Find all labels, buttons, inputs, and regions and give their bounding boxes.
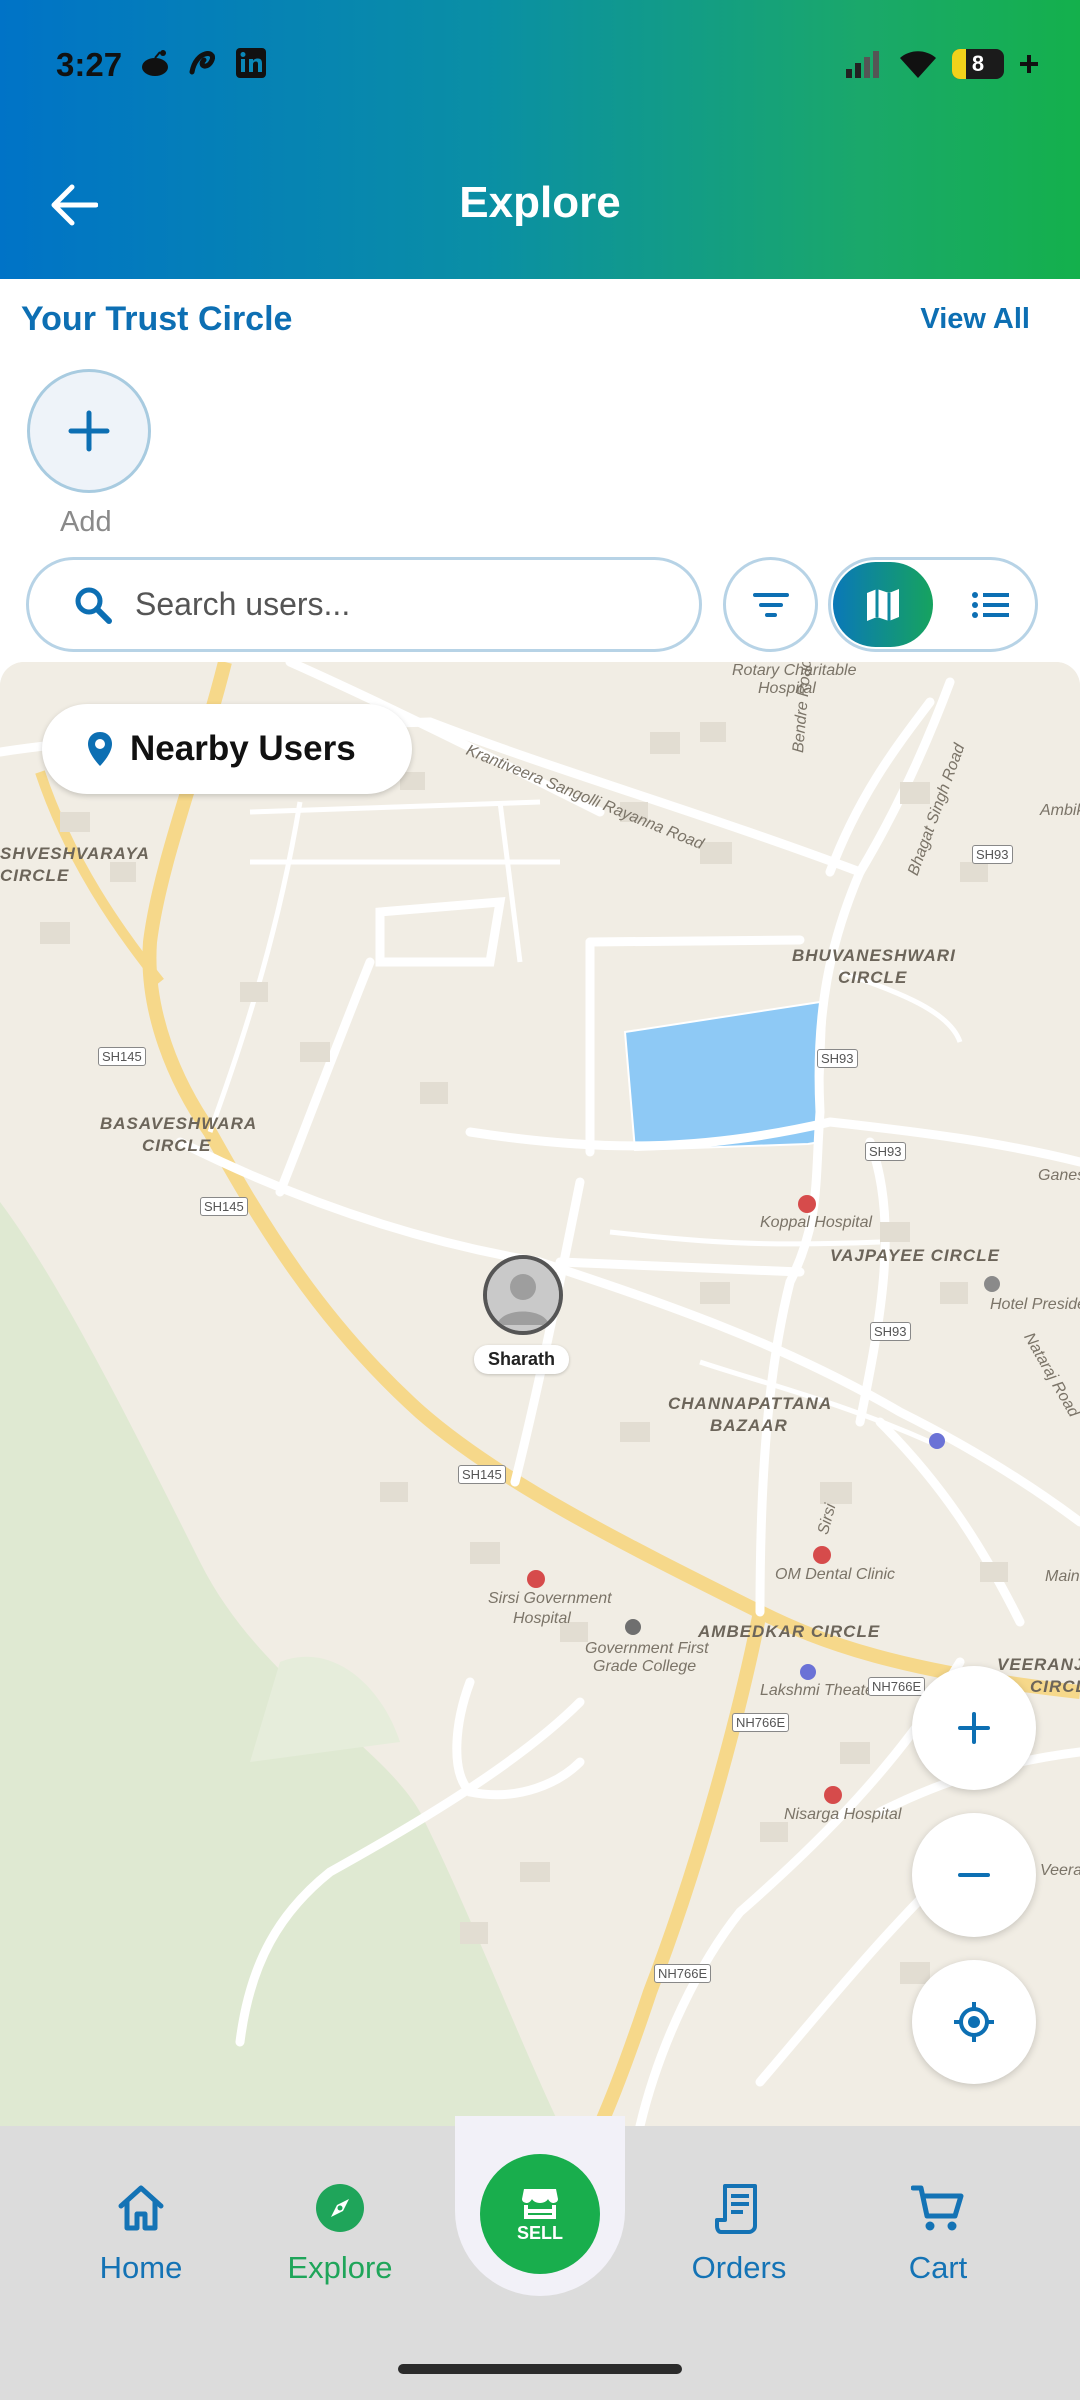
map-label: CIRCLE (142, 1136, 212, 1155)
map-label: Main (1045, 1568, 1080, 1585)
nearby-users-chip: Nearby Users (42, 704, 412, 794)
nav-cart-label: Cart (908, 2250, 968, 2285)
add-label: Add (60, 506, 112, 538)
minus-icon (958, 1873, 990, 1877)
plus-icon (68, 410, 110, 452)
map-label: Lakshmi Theater (760, 1682, 880, 1699)
map-label: CHANNAPATTANA (668, 1394, 833, 1413)
my-location-button[interactable] (912, 1960, 1036, 2084)
location-pin-icon (88, 732, 112, 766)
road-shield: NH766E (654, 1964, 712, 1983)
map-label: SHVESHVARAYA (0, 844, 150, 863)
system-status-icons: 8 (844, 48, 1040, 80)
sell-button[interactable]: SELL (480, 2154, 600, 2274)
road-shield: NH766E (868, 1677, 926, 1696)
battery-icon: 8 (952, 49, 1004, 79)
map-label: Rotary Charitable (732, 662, 857, 679)
road-shield: SH145 (98, 1047, 146, 1066)
home-icon (118, 2185, 164, 2231)
nav-cart[interactable]: Cart (848, 2178, 1028, 2286)
linkedin-icon (234, 46, 268, 80)
reddit-icon (138, 46, 172, 80)
map-label: BASAVESHWARA (100, 1114, 258, 1133)
charging-plus-icon (1020, 55, 1038, 73)
map-label: BAZAAR (710, 1416, 788, 1435)
map-label: Ambika (1040, 802, 1080, 819)
road-shield: SH93 (817, 1049, 858, 1068)
page-title: Explore (459, 178, 621, 227)
signal-icon (846, 51, 879, 78)
nav-orders[interactable]: Orders (649, 2178, 829, 2286)
nearby-users-label: Nearby Users (130, 729, 356, 768)
sell-label: SELL (516, 2222, 563, 2243)
map-view-toggle[interactable] (833, 562, 933, 647)
view-all-link[interactable]: View All (920, 303, 1030, 336)
map-label: BHUVANESHWARI (792, 946, 956, 965)
add-trust-member-button[interactable] (27, 369, 151, 493)
map-label: CIRCLE (0, 866, 70, 885)
store-icon (522, 2188, 558, 2219)
map-label: Hotel President (990, 1296, 1080, 1313)
view-toggle (828, 557, 1038, 652)
cart-icon (911, 2185, 964, 2231)
map-label: Hospital (513, 1610, 571, 1627)
map-label: Government First (585, 1640, 709, 1657)
map-label: Koppal Hospital (760, 1214, 873, 1231)
map-tiles (0, 662, 1080, 2126)
map-label: Ganesh (1038, 1167, 1080, 1184)
wifi-icon (900, 51, 936, 78)
notification-icons (138, 46, 268, 80)
nearby-users-map[interactable]: Rotary Charitable Hospital Bendre Road B… (0, 662, 1080, 2126)
road-shield: SH145 (200, 1197, 248, 1216)
crosshair-icon (954, 2002, 994, 2042)
map-label: OM Dental Clinic (775, 1566, 896, 1583)
trust-circle-title: Your Trust Circle (21, 300, 293, 338)
search-icon (75, 587, 112, 624)
nav-explore[interactable]: Explore (250, 2178, 430, 2286)
zoom-in-button[interactable] (912, 1666, 1036, 1790)
list-icon (972, 591, 1009, 618)
status-bar: 3:27 8 (0, 0, 1080, 130)
road-shield: NH766E (732, 1713, 790, 1732)
map-label: CIRCLE (838, 968, 908, 987)
search-field[interactable] (26, 557, 702, 652)
map-label: Grade College (593, 1658, 697, 1675)
airtel-icon (186, 46, 220, 80)
road-shield: SH93 (870, 1322, 911, 1341)
plus-icon (958, 1712, 990, 1744)
filter-icon (752, 592, 789, 617)
nav-home[interactable]: Home (51, 2178, 231, 2286)
nav-explore-label: Explore (287, 2250, 393, 2285)
avatar-icon (487, 1259, 559, 1331)
receipt-icon (715, 2184, 757, 2234)
home-indicator[interactable] (398, 2364, 682, 2374)
zoom-out-button[interactable] (912, 1813, 1036, 1937)
road-shield: SH93 (972, 845, 1013, 864)
map-label: Nisarga Hospital (784, 1806, 902, 1823)
search-input[interactable] (135, 586, 635, 623)
road-shield: SH145 (458, 1465, 506, 1484)
road-shield: SH93 (865, 1142, 906, 1161)
nav-home-label: Home (99, 2250, 183, 2285)
map-label: VAJPAYEE CIRCLE (830, 1246, 1000, 1265)
compass-icon (316, 2184, 364, 2232)
status-time: 3:27 (56, 46, 123, 83)
map-label: Veera (1040, 1862, 1080, 1879)
nav-orders-label: Orders (691, 2250, 787, 2285)
bottom-navigation: Home Explore SELL Orders Cart (0, 2116, 1080, 2400)
user-marker-avatar[interactable] (483, 1255, 563, 1335)
filter-button[interactable] (723, 557, 818, 652)
list-view-toggle[interactable] (949, 562, 1033, 647)
map-label: VEERANJ (997, 1655, 1080, 1674)
user-marker-name[interactable]: Sharath (474, 1345, 570, 1374)
map-label: AMBEDKAR CIRCLE (698, 1622, 881, 1641)
map-label: Sirsi Government (488, 1590, 612, 1607)
map-icon (867, 588, 899, 621)
map-label: CIRCL (1030, 1677, 1080, 1696)
app-header: 3:27 8 Explore (0, 0, 1080, 279)
